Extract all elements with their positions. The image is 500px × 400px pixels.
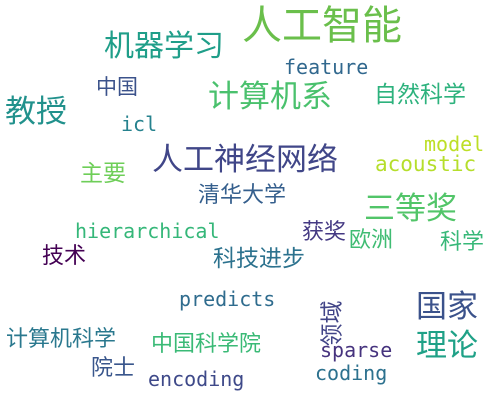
word-model: model: [424, 132, 485, 156]
word-ke-xue: 科学: [440, 230, 485, 255]
word-feature: feature: [284, 55, 369, 79]
word-zi-ran-ke-xue: 自然科学: [374, 82, 466, 108]
word-huo-jiang: 获奖: [302, 220, 347, 245]
word-zhu-yao: 主要: [80, 161, 126, 187]
word-ke-ji-jin-bu: 科技进步: [213, 246, 305, 272]
word-predicts: predicts: [179, 287, 276, 311]
word-encoding: encoding: [148, 367, 245, 391]
word-ren-gong-shen-jing-wang-luo: 人工神经网络: [152, 142, 338, 178]
word-icl: icl: [121, 112, 158, 136]
word-zhong-guo: 中国: [96, 75, 138, 99]
word-coding: coding: [315, 361, 388, 385]
word-acoustic: acoustic: [375, 152, 477, 176]
word-hierarchical: hierarchical: [75, 219, 220, 243]
word-ji-suan-ji-ke-xue: 计算机科学: [6, 327, 117, 352]
word-yuan-shi: 院士: [91, 356, 136, 381]
word-san-deng-jiang: 三等奖: [364, 191, 457, 227]
word-ji-suan-ji-xi: 计算机系: [208, 79, 332, 115]
word-ji-shu: 技术: [42, 244, 87, 269]
word-ren-gong-zhi-neng: 人工智能: [242, 3, 402, 49]
word-sparse: sparse: [320, 338, 393, 362]
word-zhong-guo-ke-xue-yuan: 中国科学院: [151, 332, 262, 357]
word-ji-qi-xue-xi: 机器学习: [104, 29, 224, 64]
word-qing-hua-da-xue: 清华大学: [198, 183, 287, 208]
word-cloud: 人工智能 机器学习 feature 计算机系 自然科学 中国 教授 icl mo…: [0, 0, 500, 400]
word-jiao-shou: 教授: [5, 94, 67, 130]
word-guo-jia: 国家: [416, 289, 478, 325]
word-ou-zhou: 欧洲: [349, 228, 394, 253]
word-li-lun: 理论: [416, 328, 478, 364]
